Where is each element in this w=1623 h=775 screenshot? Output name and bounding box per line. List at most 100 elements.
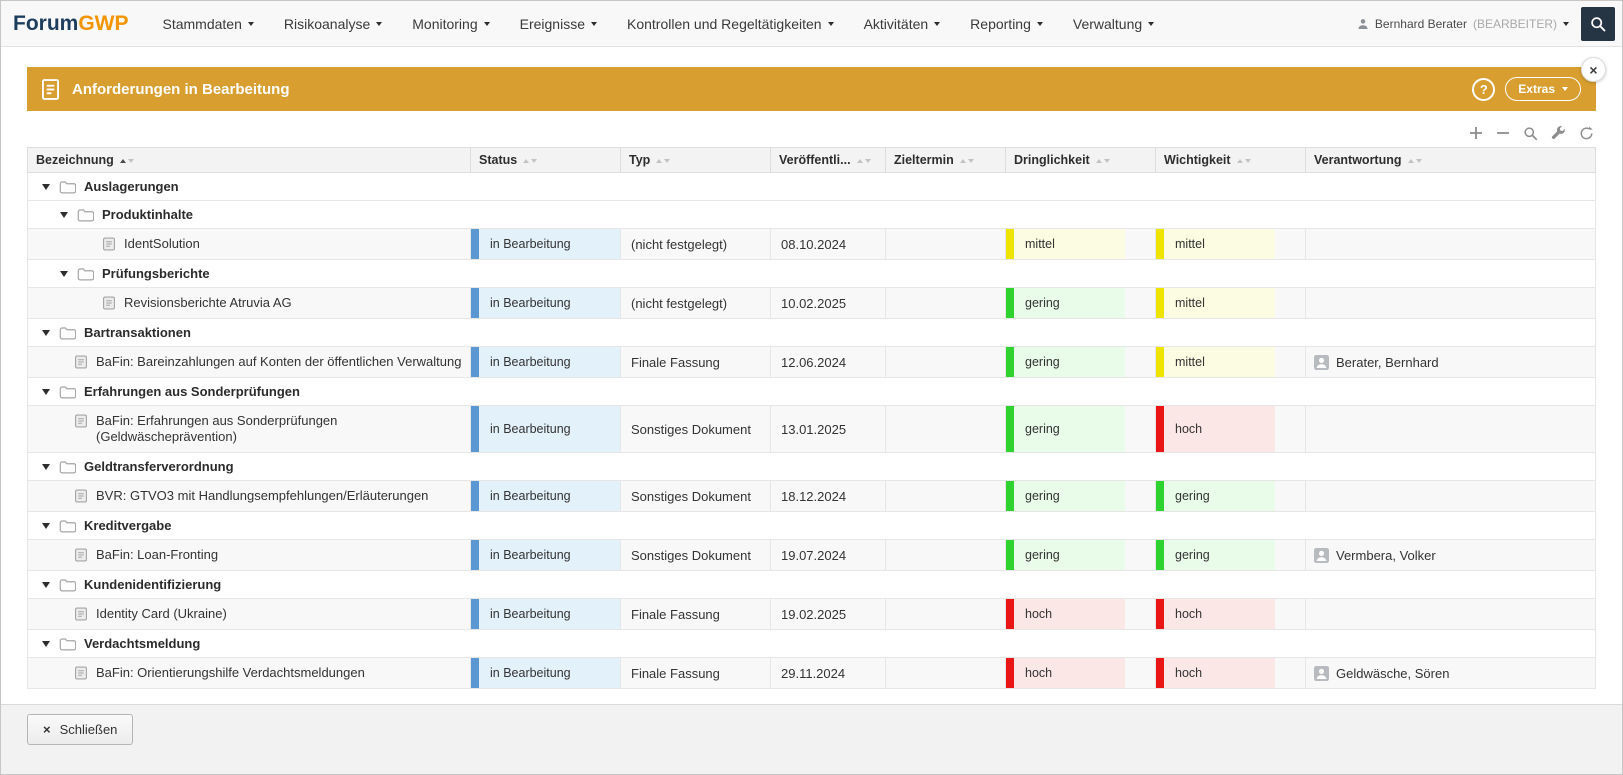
menu-item-verwaltung[interactable]: Verwaltung	[1073, 16, 1154, 32]
chevron-down-icon	[376, 22, 382, 26]
close-button[interactable]: × Schließen	[27, 714, 133, 745]
wichtigkeit-cell: mittel	[1156, 347, 1306, 378]
column-label: Status	[479, 153, 517, 167]
item-label[interactable]: Identity Card (Ukraine)	[96, 606, 227, 622]
status-cell: in Bearbeitung	[471, 599, 621, 630]
column-label: Veröffentli...	[779, 153, 851, 167]
item-row-bafin-erfahrungen-aus-sonderprüfungen-ge[interactable]: BaFin: Erfahrungen aus Sonderprüfungen (…	[28, 406, 1596, 453]
app-logo[interactable]: ForumGWP	[13, 12, 129, 36]
group-cell: Bartransaktionen	[28, 319, 1596, 347]
nav-right-area: Bernhard Berater (BEARBEITER)	[1357, 7, 1615, 41]
requirement-doc-icon	[102, 237, 116, 251]
typ-cell: (nicht festgelegt)	[621, 288, 771, 319]
item-row-identsolution[interactable]: IdentSolutionin Bearbeitung(nicht festge…	[28, 229, 1596, 260]
zieltermin-cell	[886, 540, 1006, 571]
item-label[interactable]: BaFin: Erfahrungen aus Sonderprüfungen (…	[96, 413, 462, 445]
sort-asc-icon	[857, 159, 863, 163]
group-row-kundenidentifizierung: Kundenidentifizierung	[28, 571, 1596, 599]
veroeffentlichung-text: 18.12.2024	[781, 489, 846, 504]
extras-button[interactable]: Extras	[1505, 77, 1581, 101]
item-row-bafin-loan-fronting[interactable]: BaFin: Loan-Frontingin BearbeitungSonsti…	[28, 540, 1596, 571]
item-row-bafin-bareinzahlungen-auf-konten-der-öff[interactable]: BaFin: Bareinzahlungen auf Konten der öf…	[28, 347, 1596, 378]
dringlichkeit-badge: gering	[1006, 288, 1125, 318]
column-header-dringlichkeit[interactable]: Dringlichkeit	[1006, 148, 1156, 173]
collapse-toggle-icon[interactable]	[42, 330, 50, 336]
menu-item-reporting[interactable]: Reporting	[970, 16, 1043, 32]
sort-asc-icon	[656, 159, 662, 163]
avatar-icon	[1314, 355, 1329, 370]
collapse-toggle-icon[interactable]	[42, 184, 50, 190]
user-menu[interactable]: Bernhard Berater (BEARBEITER)	[1357, 17, 1569, 31]
typ-cell: Sonstiges Dokument	[621, 540, 771, 571]
wichtigkeit-badge: hoch	[1156, 406, 1275, 452]
item-row-bafin-orientierungshilfe-verdachtsmeldun[interactable]: BaFin: Orientierungshilfe Verdachtsmeldu…	[28, 658, 1596, 689]
global-search-button[interactable]	[1581, 7, 1615, 41]
requirement-doc-icon	[74, 548, 88, 562]
dringlichkeit-text: hoch	[1025, 607, 1052, 621]
collapse-toggle-icon[interactable]	[42, 389, 50, 395]
group-row-erfahrungen-aus-sonderprüfungen: Erfahrungen aus Sonderprüfungen	[28, 378, 1596, 406]
grid-toolbar	[29, 124, 1594, 142]
menu-item-kontrollen-und-regeltätigkeiten[interactable]: Kontrollen und Regeltätigkeiten	[627, 16, 834, 32]
sort-desc-icon	[865, 159, 871, 163]
menu-item-stammdaten[interactable]: Stammdaten	[163, 16, 254, 32]
help-button[interactable]: ?	[1472, 78, 1495, 101]
verantwortung-cell: Vermbera, Volker	[1306, 540, 1596, 571]
wichtigkeit-cell: gering	[1156, 540, 1306, 571]
menu-item-label: Reporting	[970, 16, 1031, 32]
item-row-bvr-gtvo3-mit-handlungsempfehlungen-erlä[interactable]: BVR: GTVO3 mit Handlungsempfehlungen/Erl…	[28, 481, 1596, 512]
veroeffentlichung-text: 12.06.2024	[781, 355, 846, 370]
column-header-bezeichnung[interactable]: Bezeichnung	[28, 148, 471, 173]
logo-text-gwp: GWP	[78, 12, 128, 35]
refresh-icon[interactable]	[1579, 126, 1594, 141]
menu-item-risikoanalyse[interactable]: Risikoanalyse	[284, 16, 382, 32]
status-badge: in Bearbeitung	[471, 406, 620, 452]
grid-search-icon[interactable]	[1523, 126, 1538, 141]
item-label[interactable]: BaFin: Orientierungshilfe Verdachtsmeldu…	[96, 665, 365, 681]
item-label[interactable]: BVR: GTVO3 mit Handlungsempfehlungen/Erl…	[96, 488, 428, 504]
item-label[interactable]: BaFin: Bareinzahlungen auf Konten der öf…	[96, 354, 461, 370]
sort-desc-icon	[1245, 159, 1251, 163]
remove-icon[interactable]	[1496, 126, 1510, 140]
column-header-zieltermin[interactable]: Zieltermin	[886, 148, 1006, 173]
collapse-toggle-icon[interactable]	[42, 464, 50, 470]
veroeffentlichung-cell: 12.06.2024	[771, 347, 886, 378]
status-text: in Bearbeitung	[490, 355, 571, 369]
item-label[interactable]: BaFin: Loan-Fronting	[96, 547, 218, 563]
item-label[interactable]: Revisionsberichte Atruvia AG	[124, 295, 292, 311]
folder-icon	[59, 519, 76, 533]
menu-item-aktivitäten[interactable]: Aktivitäten	[864, 16, 941, 32]
menu-item-ereignisse[interactable]: Ereignisse	[520, 16, 597, 32]
collapse-toggle-icon[interactable]	[42, 641, 50, 647]
veroeffentlichung-text: 19.07.2024	[781, 548, 846, 563]
column-header-status[interactable]: Status	[471, 148, 621, 173]
add-icon[interactable]	[1469, 126, 1483, 140]
collapse-toggle-icon[interactable]	[42, 582, 50, 588]
wichtigkeit-badge: gering	[1156, 540, 1275, 570]
bezeichnung-cell: BaFin: Bareinzahlungen auf Konten der öf…	[28, 347, 471, 378]
requirement-doc-icon	[74, 607, 88, 621]
veroeffentlichung-text: 19.02.2025	[781, 607, 846, 622]
column-header-veröffentli[interactable]: Veröffentli...	[771, 148, 886, 173]
menu-item-monitoring[interactable]: Monitoring	[412, 16, 489, 32]
collapse-toggle-icon[interactable]	[42, 523, 50, 529]
folder-icon	[59, 460, 76, 474]
item-row-identity-card-ukraine[interactable]: Identity Card (Ukraine)in BearbeitungFin…	[28, 599, 1596, 630]
collapse-toggle-icon[interactable]	[60, 212, 68, 218]
main-menu: Stammdaten Risikoanalyse Monitoring Ereigni…	[163, 16, 1155, 32]
column-header-verantwortung[interactable]: Verantwortung	[1306, 148, 1596, 173]
panel-close-button[interactable]: ×	[1581, 57, 1606, 82]
zieltermin-cell	[886, 347, 1006, 378]
item-label[interactable]: IdentSolution	[124, 236, 200, 252]
avatar-icon	[1314, 666, 1329, 681]
column-header-wichtigkeit[interactable]: Wichtigkeit	[1156, 148, 1306, 173]
logo-text-forum: Forum	[13, 12, 78, 35]
wichtigkeit-text: gering	[1175, 489, 1210, 503]
dringlichkeit-text: gering	[1025, 422, 1060, 436]
item-row-revisionsberichte-atruvia-ag[interactable]: Revisionsberichte Atruvia AGin Bearbeitu…	[28, 288, 1596, 319]
group-cell: Kundenidentifizierung	[28, 571, 1596, 599]
collapse-toggle-icon[interactable]	[60, 271, 68, 277]
bezeichnung-cell: BaFin: Loan-Fronting	[28, 540, 471, 571]
column-header-typ[interactable]: Typ	[621, 148, 771, 173]
settings-wrench-icon[interactable]	[1551, 126, 1566, 141]
